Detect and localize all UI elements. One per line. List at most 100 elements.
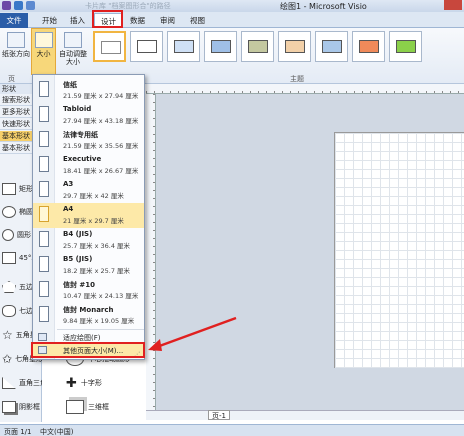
size-option-envelope-monarch[interactable]: 信封 Monarch 9.84 厘米 x 19.05 厘米 bbox=[33, 303, 144, 328]
menu-separator bbox=[57, 329, 144, 330]
drawing-page[interactable] bbox=[334, 132, 464, 368]
status-page: 页面 1/1 bbox=[4, 428, 32, 436]
theme-thumbnail[interactable] bbox=[389, 31, 422, 62]
pentagon-icon bbox=[2, 281, 16, 293]
page-size-icon bbox=[39, 106, 49, 122]
size-option-a4-selected[interactable]: A4 21 厘米 x 29.7 厘米 bbox=[33, 203, 144, 228]
size-option-legal[interactable]: 法律专用纸 21.59 厘米 x 35.56 厘米 bbox=[33, 128, 144, 153]
fit-to-drawing-command[interactable]: 适应绘图(F) bbox=[33, 331, 144, 343]
shape-label: 直角三角形 bbox=[19, 379, 42, 387]
size-option-b4-jis[interactable]: B4 (JIS) 25.7 厘米 x 36.4 厘米 bbox=[33, 228, 144, 253]
more-page-sizes-command[interactable]: 其他页面大小(M)... bbox=[33, 344, 144, 356]
arrow-shape-icon bbox=[2, 252, 16, 264]
page-size-icon bbox=[39, 306, 49, 322]
page-size-icon bbox=[34, 32, 53, 48]
size-dims: 10.47 厘米 x 24.13 厘米 bbox=[63, 292, 139, 300]
theme-thumbnail[interactable] bbox=[352, 31, 385, 62]
size-name: 法律专用纸 bbox=[63, 131, 98, 139]
autofit-icon bbox=[64, 32, 82, 48]
size-dropdown-menu: 信纸 21.59 厘米 x 27.94 厘米 Tabloid 27.94 厘米 … bbox=[32, 74, 145, 360]
shape-shadow-box[interactable]: 阴影框 bbox=[2, 396, 42, 418]
size-option-executive[interactable]: Executive 18.41 厘米 x 26.67 厘米 bbox=[33, 153, 144, 178]
visio-logo-icon bbox=[2, 1, 11, 10]
shape-right-triangle[interactable]: 直角三角形 bbox=[2, 372, 42, 394]
theme-thumbnail[interactable] bbox=[315, 31, 348, 62]
save-icon[interactable] bbox=[14, 1, 23, 10]
status-language: 中文(中国) bbox=[40, 428, 74, 436]
shape-cross[interactable]: ✚ 十字形 bbox=[66, 372, 146, 394]
page-size-icon bbox=[39, 131, 49, 147]
tab-review[interactable]: 审阅 bbox=[154, 13, 181, 28]
vertical-ruler bbox=[146, 94, 156, 412]
tab-insert[interactable]: 插入 bbox=[64, 13, 91, 28]
shape-3d-box[interactable]: 三维框 bbox=[66, 396, 146, 418]
size-option-envelope-10[interactable]: 信封 #10 10.47 厘米 x 24.13 厘米 bbox=[33, 278, 144, 303]
size-dims: 25.7 厘米 x 36.4 厘米 bbox=[63, 242, 131, 250]
orientation-label: 纸张方向 bbox=[2, 50, 30, 58]
theme-thumbnail[interactable] bbox=[278, 31, 311, 62]
tab-view[interactable]: 视图 bbox=[184, 13, 211, 28]
size-name: B5 (JIS) bbox=[63, 255, 93, 263]
page-size-icon bbox=[39, 231, 49, 247]
title-faint-text: 卡片库 "档案图形合"的路径 bbox=[85, 2, 171, 10]
undo-icon[interactable] bbox=[26, 1, 35, 10]
page-tab-1[interactable]: 页-1 bbox=[208, 410, 230, 420]
size-dims: 27.94 厘米 x 43.18 厘米 bbox=[63, 117, 139, 125]
menu-resize-grip-icon[interactable]: ⋰ bbox=[134, 351, 142, 358]
size-name: A4 bbox=[63, 205, 74, 213]
size-option-letter[interactable]: 信纸 21.59 厘米 x 27.94 厘米 bbox=[33, 78, 144, 103]
ellipse-icon bbox=[2, 206, 16, 218]
autofit-button[interactable]: 自动调整大小 bbox=[58, 32, 88, 66]
status-bar: 页面 1/1 中文(中国) bbox=[0, 424, 464, 436]
page-size-icon bbox=[39, 206, 49, 222]
size-dims: 21.59 厘米 x 27.94 厘米 bbox=[63, 92, 139, 100]
theme-thumbnail[interactable] bbox=[93, 31, 126, 62]
tab-file[interactable]: 文件 bbox=[0, 13, 28, 28]
autofit-label: 自动调整大小 bbox=[59, 50, 87, 66]
size-option-b5-jis[interactable]: B5 (JIS) 18.2 厘米 x 25.7 厘米 bbox=[33, 253, 144, 278]
size-option-a3[interactable]: A3 29.7 厘米 x 42 厘米 bbox=[33, 178, 144, 203]
size-name: Executive bbox=[63, 155, 102, 163]
size-name: 信纸 bbox=[63, 81, 77, 89]
theme-thumbnail[interactable] bbox=[204, 31, 237, 62]
page-size-icon bbox=[39, 256, 49, 272]
shape-label: 椭圆 bbox=[19, 208, 33, 216]
tab-design[interactable]: 设计 bbox=[94, 13, 123, 28]
theme-thumbnail[interactable] bbox=[167, 31, 200, 62]
rectangle-icon bbox=[2, 183, 16, 195]
cross-icon: ✚ bbox=[66, 375, 77, 391]
size-name: A3 bbox=[63, 180, 74, 188]
title-bar: 卡片库 "档案图形合"的路径 绘图1 - Microsoft Visio bbox=[0, 0, 464, 12]
theme-thumbnail[interactable] bbox=[130, 31, 163, 62]
page-size-icon bbox=[39, 81, 49, 97]
shape-label: 矩形 bbox=[19, 185, 33, 193]
size-dims: 21 厘米 x 29.7 厘米 bbox=[63, 217, 124, 225]
close-window-button[interactable] bbox=[444, 0, 462, 10]
size-dims: 9.84 厘米 x 19.05 厘米 bbox=[63, 317, 135, 325]
size-name: 信封 Monarch bbox=[63, 306, 114, 314]
triangle-icon bbox=[2, 377, 16, 389]
theme-thumbnail[interactable] bbox=[241, 31, 274, 62]
more-sizes-icon bbox=[38, 346, 47, 354]
size-name: Tabloid bbox=[63, 105, 92, 113]
horizontal-ruler bbox=[146, 84, 464, 94]
size-button[interactable]: 大小 bbox=[31, 28, 56, 75]
command-label: 适应绘图(F) bbox=[63, 334, 101, 342]
orientation-icon bbox=[7, 32, 25, 48]
window-title: 绘图1 - Microsoft Visio bbox=[280, 2, 367, 11]
page-size-icon bbox=[39, 181, 49, 197]
tab-home[interactable]: 开始 bbox=[36, 13, 63, 28]
tab-data[interactable]: 数据 bbox=[124, 13, 151, 28]
shape-label: 十字形 bbox=[80, 379, 102, 387]
orientation-button[interactable]: 纸张方向 bbox=[2, 32, 30, 58]
page-tabs: 页-1 bbox=[146, 410, 464, 420]
fit-to-drawing-icon bbox=[38, 333, 47, 341]
quick-access-toolbar bbox=[2, 1, 35, 10]
group-label-themes: 主题 bbox=[290, 75, 304, 83]
circle-icon bbox=[2, 229, 14, 241]
size-option-tabloid[interactable]: Tabloid 27.94 厘米 x 43.18 厘米 bbox=[33, 103, 144, 128]
size-dims: 18.41 厘米 x 26.67 厘米 bbox=[63, 167, 139, 175]
size-label: 大小 bbox=[36, 50, 51, 58]
drawing-canvas[interactable]: 页-1 bbox=[146, 84, 464, 420]
star7-icon: ✩ bbox=[2, 352, 13, 366]
